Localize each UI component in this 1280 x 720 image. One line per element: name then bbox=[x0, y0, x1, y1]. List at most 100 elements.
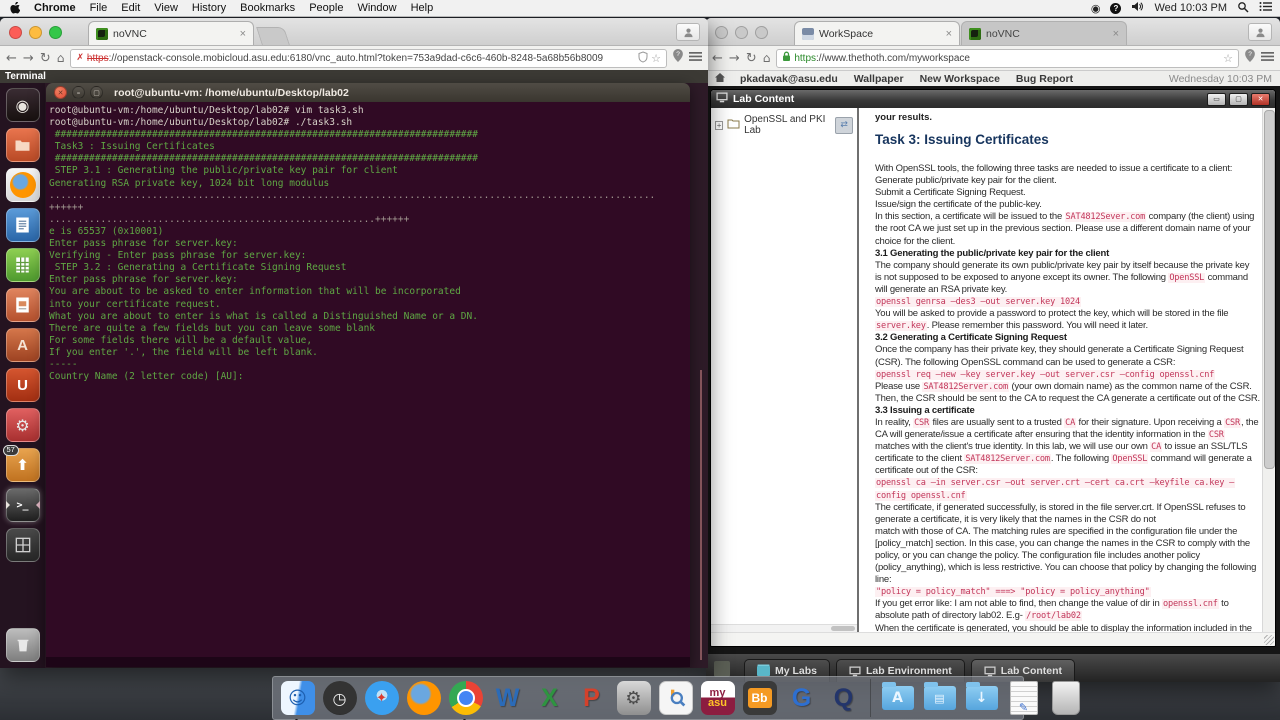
bookmark-new-workspace[interactable]: New Workspace bbox=[920, 73, 1000, 85]
lab-content-window[interactable]: Lab Content ▭ ▢ ✕ + OpenSSL and PKI Lab … bbox=[710, 89, 1276, 647]
dock-myasu-icon[interactable]: my asu bbox=[699, 680, 736, 717]
launcher-workspace-switcher-icon[interactable] bbox=[5, 528, 40, 562]
launcher-firefox-icon[interactable] bbox=[5, 168, 40, 202]
tab-close-icon[interactable]: × bbox=[240, 28, 246, 40]
bookmark-bug-report[interactable]: Bug Report bbox=[1016, 73, 1073, 85]
launcher-libreoffice-writer-icon[interactable] bbox=[5, 208, 40, 242]
volume-icon[interactable] bbox=[1131, 1, 1144, 15]
lab-close-button[interactable]: ✕ bbox=[1251, 92, 1270, 106]
launcher-dash-home-icon[interactable]: ◉ bbox=[5, 88, 40, 122]
dock-powerpoint-icon[interactable]: P bbox=[573, 680, 610, 717]
bookmark-star-icon[interactable]: ☆ bbox=[1223, 52, 1233, 65]
dock-documents-folder-icon[interactable]: ▤ bbox=[921, 680, 958, 717]
lab-minimize-button[interactable]: ▭ bbox=[1207, 92, 1226, 106]
new-tab-button[interactable] bbox=[256, 27, 290, 45]
dock-safari-icon[interactable]: ✦ bbox=[363, 680, 400, 717]
menu-item-file[interactable]: File bbox=[90, 2, 108, 14]
launcher-files-icon[interactable] bbox=[5, 128, 40, 162]
forward-button[interactable]: → bbox=[23, 52, 34, 65]
back-button[interactable]: ← bbox=[712, 52, 723, 65]
chrome-menu-icon[interactable] bbox=[689, 49, 702, 67]
home-button[interactable]: ⌂ bbox=[763, 52, 771, 64]
bookmarks-home-icon[interactable] bbox=[714, 72, 726, 86]
terminal-output[interactable]: root@ubuntu-vm:/home/ubuntu/Desktop/lab0… bbox=[46, 102, 690, 667]
terminal-window[interactable]: ✕ – ▢ root@ubuntu-vm: /home/ubuntu/Deskt… bbox=[46, 83, 690, 667]
chrome-menu-icon[interactable] bbox=[1261, 49, 1274, 67]
terminal-title-bar[interactable]: ✕ – ▢ root@ubuntu-vm: /home/ubuntu/Deskt… bbox=[46, 83, 690, 102]
forward-button[interactable]: → bbox=[729, 52, 740, 65]
tab-novnc[interactable]: noVNC × bbox=[88, 21, 254, 45]
menu-item-help[interactable]: Help bbox=[411, 2, 434, 14]
zoom-button[interactable] bbox=[755, 26, 768, 39]
doc-scrollbar[interactable] bbox=[1262, 108, 1275, 633]
dock-trash-icon[interactable] bbox=[1047, 680, 1084, 717]
right-address-bar[interactable]: https://www.thethoth.com/myworkspace ☆ bbox=[776, 48, 1239, 68]
launcher-trash-icon[interactable] bbox=[5, 628, 40, 662]
bookmark-wallpaper[interactable]: Wallpaper bbox=[854, 73, 904, 85]
terminal-close-icon[interactable]: ✕ bbox=[54, 86, 67, 99]
launcher-ubuntu-one-icon[interactable]: U bbox=[5, 368, 40, 402]
left-address-bar[interactable]: ✗ https://openstack-console.mobicloud.as… bbox=[70, 48, 667, 68]
zoom-button[interactable] bbox=[49, 26, 62, 39]
doc-scroll-thumb[interactable] bbox=[1264, 110, 1275, 469]
menu-item-window[interactable]: Window bbox=[357, 2, 396, 14]
tree-item-openssl-lab[interactable]: + OpenSSL and PKI Lab ⇄ bbox=[711, 108, 857, 142]
help-icon[interactable]: ? bbox=[1110, 2, 1122, 14]
dock-textedit-document-icon[interactable]: ✎ bbox=[1005, 680, 1042, 717]
menu-clock[interactable]: Wed 10:03 PM bbox=[1154, 2, 1227, 14]
launcher-terminal-icon[interactable]: >_ bbox=[5, 488, 40, 522]
dock-word-icon[interactable]: W bbox=[489, 680, 526, 717]
spotlight-icon[interactable] bbox=[1237, 1, 1249, 16]
lab-content-title-bar[interactable]: Lab Content ▭ ▢ ✕ bbox=[711, 90, 1275, 108]
launcher-libreoffice-impress-icon[interactable] bbox=[5, 288, 40, 322]
geolocation-pin-icon[interactable]: ? bbox=[1245, 49, 1255, 67]
dock-blackboard-icon[interactable]: Bb bbox=[741, 680, 778, 717]
back-button[interactable]: ← bbox=[6, 52, 17, 65]
dock-firefox-icon[interactable] bbox=[405, 680, 442, 717]
dock-chrome-icon[interactable] bbox=[447, 680, 484, 720]
reload-button[interactable]: ↻ bbox=[40, 52, 51, 65]
tab-workspace[interactable]: WorkSpace × bbox=[794, 21, 960, 45]
bookmark-star-icon[interactable]: ☆ bbox=[651, 52, 661, 65]
dock-search-app-icon[interactable] bbox=[657, 680, 694, 717]
menu-item-view[interactable]: View bbox=[154, 2, 178, 14]
home-button[interactable]: ⌂ bbox=[57, 52, 65, 64]
minimize-button[interactable] bbox=[29, 26, 42, 39]
notification-center-icon[interactable] bbox=[1259, 1, 1272, 15]
dock-finder-icon[interactable]: ☺ bbox=[279, 680, 316, 720]
tree-tool-icon[interactable]: ⇄ bbox=[835, 116, 853, 134]
profile-button[interactable] bbox=[676, 23, 700, 41]
launcher-software-updater-icon[interactable]: ⬆ 57 bbox=[2, 445, 40, 482]
profile-button[interactable] bbox=[1248, 23, 1272, 41]
dock-system-preferences-icon[interactable]: ⚙ bbox=[615, 680, 652, 717]
close-button[interactable] bbox=[9, 26, 22, 39]
tree-expand-icon[interactable]: + bbox=[715, 120, 724, 130]
resize-grip[interactable] bbox=[1264, 635, 1274, 645]
menu-app-name[interactable]: Chrome bbox=[34, 2, 76, 14]
dock-downloads-folder-icon[interactable]: ↓ bbox=[963, 680, 1000, 717]
lab-bottom-scrollbar[interactable] bbox=[711, 632, 1275, 646]
dock-excel-icon[interactable]: X bbox=[531, 680, 568, 717]
shield-icon[interactable] bbox=[638, 50, 648, 66]
screen-record-icon[interactable]: ◉ bbox=[1091, 2, 1101, 15]
menu-item-bookmarks[interactable]: Bookmarks bbox=[240, 2, 295, 14]
terminal-minimize-icon[interactable]: – bbox=[72, 86, 85, 99]
launcher-software-center-icon[interactable]: A bbox=[5, 328, 40, 362]
menu-item-history[interactable]: History bbox=[192, 2, 226, 14]
geolocation-pin-icon[interactable]: ? bbox=[673, 49, 683, 67]
lab-maximize-button[interactable]: ▢ bbox=[1229, 92, 1248, 106]
terminal-maximize-icon[interactable]: ▢ bbox=[90, 86, 103, 99]
bookmark-pkadavak-asu-edu[interactable]: pkadavak@asu.edu bbox=[740, 73, 838, 85]
dock-applications-folder-icon[interactable]: A bbox=[879, 680, 916, 717]
taskbar-app-icon[interactable] bbox=[714, 661, 730, 677]
dock-activity-monitor-icon[interactable]: ◷ bbox=[321, 680, 358, 717]
dock-quicktime-icon[interactable]: Q bbox=[825, 680, 862, 717]
close-button[interactable] bbox=[715, 26, 728, 39]
launcher-libreoffice-calc-icon[interactable] bbox=[5, 248, 40, 282]
reload-button[interactable]: ↻ bbox=[746, 52, 757, 65]
launcher-system-settings-icon[interactable]: ⚙ bbox=[5, 408, 40, 442]
dock-g-app-icon[interactable]: G bbox=[783, 680, 820, 717]
tab-close-icon[interactable]: × bbox=[946, 28, 952, 40]
tab-close-icon[interactable]: × bbox=[1113, 28, 1119, 40]
apple-menu-icon[interactable] bbox=[10, 2, 20, 14]
